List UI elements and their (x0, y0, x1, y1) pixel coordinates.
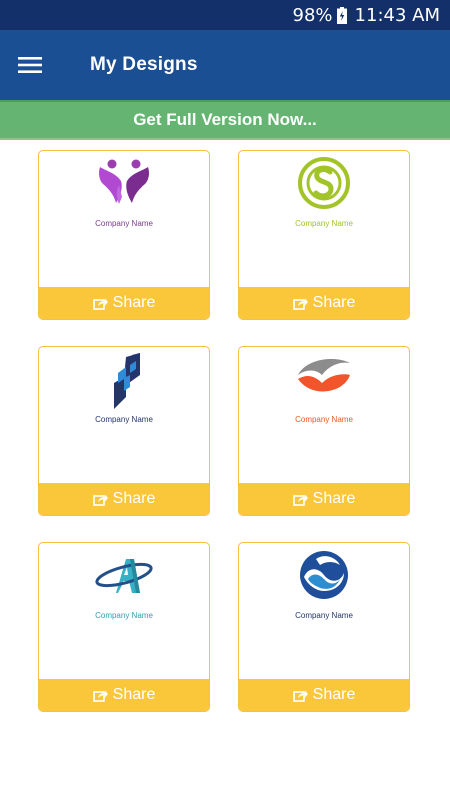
share-icon (292, 494, 308, 506)
share-icon (92, 494, 108, 506)
design-card[interactable]: Company Name Share (38, 150, 210, 320)
share-label: Share (312, 686, 356, 703)
battery-charging-icon (336, 6, 347, 24)
share-icon (92, 690, 108, 702)
share-button[interactable]: Share (239, 679, 409, 711)
design-card[interactable]: Company Name Share (38, 346, 210, 516)
teal-a-orbit-logo-icon (39, 549, 209, 605)
blue-wave-circle-logo-icon (239, 549, 409, 605)
share-label: Share (112, 294, 156, 311)
clock: 11:43 AM (354, 4, 440, 26)
gray-orange-swoosh-logo-icon (239, 353, 409, 409)
hamburger-menu-icon[interactable] (0, 30, 60, 100)
share-label: Share (312, 490, 356, 507)
design-card[interactable]: Company Name Share (38, 542, 210, 712)
butterfly-people-logo-icon (39, 157, 209, 213)
share-label: Share (312, 294, 356, 311)
share-label: Share (112, 686, 156, 703)
design-card[interactable]: Company Name Share (238, 150, 410, 320)
share-icon (292, 690, 308, 702)
design-card[interactable]: Company Name Share (238, 346, 410, 516)
share-button[interactable]: Share (39, 483, 209, 515)
company-name: Company Name (295, 611, 353, 620)
company-name: Company Name (95, 219, 153, 228)
share-button[interactable]: Share (39, 287, 209, 319)
blue-arrow-logo-icon (39, 353, 209, 409)
share-label: Share (112, 490, 156, 507)
share-button[interactable]: Share (39, 679, 209, 711)
page-title: My Designs (90, 54, 198, 75)
company-name: Company Name (295, 415, 353, 424)
share-icon (92, 298, 108, 310)
share-icon (292, 298, 308, 310)
company-name: Company Name (95, 611, 153, 620)
share-button[interactable]: Share (239, 483, 409, 515)
company-name: Company Name (295, 219, 353, 228)
battery-percent: 98% (292, 4, 333, 26)
get-full-version-banner[interactable]: Get Full Version Now... (0, 100, 450, 140)
share-button[interactable]: Share (239, 287, 409, 319)
green-s-circle-logo-icon (239, 157, 409, 213)
company-name: Company Name (95, 415, 153, 424)
app-bar: My Designs (0, 30, 450, 100)
status-bar: 98% 11:43 AM (0, 0, 450, 30)
design-card[interactable]: Company Name Share (238, 542, 410, 712)
